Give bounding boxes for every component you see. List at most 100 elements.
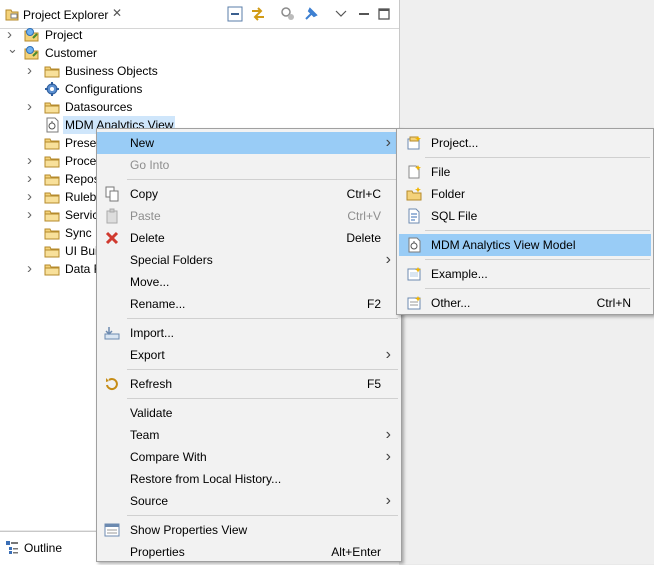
submenu-arrow-icon: › <box>385 448 391 465</box>
gear-icon <box>44 81 60 97</box>
submenu-arrow-icon: › <box>385 251 391 268</box>
menu-item-project[interactable]: Project... <box>399 132 651 154</box>
menu-item-special-folders[interactable]: Special Folders › <box>97 249 401 271</box>
menu-item-team[interactable]: Team › <box>97 424 401 446</box>
menu-item-compare-with[interactable]: Compare With › <box>97 446 401 468</box>
menu-item-export[interactable]: Export › <box>97 344 401 366</box>
menu-item-label: New <box>130 136 155 150</box>
menu-item-label: Refresh <box>130 377 173 391</box>
maximize-icon[interactable] <box>376 6 392 22</box>
menu-separator <box>425 259 650 260</box>
project-icon <box>24 45 40 61</box>
chevron-right-icon[interactable]: › <box>27 260 37 278</box>
menu-item-label: Properties <box>130 545 185 559</box>
context-menu: New › Go Into Copy Ctrl+C Paste Ctrl+V Delete De… <box>96 128 402 562</box>
menu-item-refresh[interactable]: Refresh F5 <box>97 373 401 395</box>
close-icon[interactable]: ✕ <box>112 6 122 20</box>
analytics-view-icon <box>406 237 422 253</box>
menu-separator <box>127 398 398 399</box>
menu-item-shortcut: Ctrl+V <box>347 209 381 223</box>
chevron-right-icon[interactable]: › <box>27 152 37 170</box>
tree-item[interactable]: Configurations <box>27 80 390 98</box>
chevron-right-icon[interactable]: › <box>27 98 37 116</box>
menu-item-folder[interactable]: Folder <box>399 183 651 205</box>
menu-item-shortcut: Ctrl+C <box>346 187 381 201</box>
minimize-icon[interactable] <box>356 6 372 22</box>
delete-icon <box>104 230 120 246</box>
menu-item-move[interactable]: Move... <box>97 271 401 293</box>
tab-outline[interactable]: Outline <box>0 535 88 559</box>
sql-file-icon <box>406 208 422 224</box>
menu-item-sql-file[interactable]: SQL File <box>399 205 651 227</box>
menu-item-rename[interactable]: Rename... F2 <box>97 293 401 315</box>
tree-item-label: Business Objects <box>65 64 158 78</box>
pin-icon[interactable] <box>303 6 319 22</box>
menu-item-label: Copy <box>130 187 159 201</box>
filter-icon[interactable] <box>280 6 296 22</box>
other-wizard-icon <box>406 295 422 311</box>
tree-item-label: Sync I <box>65 226 99 240</box>
folder-icon <box>44 243 60 259</box>
folder-icon <box>44 207 60 223</box>
tree-item[interactable]: › Project <box>7 26 390 44</box>
menu-item-file[interactable]: File <box>399 161 651 183</box>
menu-item-other[interactable]: Other... Ctrl+N <box>399 292 651 314</box>
menu-item-label: Delete <box>130 231 165 245</box>
menu-item-label: MDM Analytics View Model <box>431 238 576 252</box>
menu-item-show-properties-view[interactable]: Show Properties View <box>97 519 401 541</box>
tree-item[interactable]: › Business Objects <box>27 62 390 80</box>
tree-item-label: Proce <box>65 154 97 168</box>
menu-item-label: Paste <box>130 209 161 223</box>
chevron-down-icon[interactable]: ⌄ <box>7 40 18 58</box>
import-icon <box>104 325 120 341</box>
menu-item-label: Source <box>130 494 169 508</box>
menu-item-import[interactable]: Import... <box>97 322 401 344</box>
tree-item-label: Project <box>45 28 83 42</box>
tab-project-explorer[interactable]: Project Explorer ✕ <box>0 0 132 28</box>
copy-icon <box>104 186 120 202</box>
menu-item-source[interactable]: Source › <box>97 490 401 512</box>
chevron-right-icon[interactable]: › <box>27 170 37 188</box>
link-editor-icon[interactable] <box>250 6 266 22</box>
menu-item-label: Rename... <box>130 297 186 311</box>
project-explorer-icon <box>5 9 19 21</box>
menu-separator <box>425 230 650 231</box>
new-folder-icon <box>406 186 422 202</box>
view-header: Project Explorer ✕ <box>0 0 399 29</box>
menu-item-label: Validate <box>130 406 173 420</box>
tree-item-label: Configurations <box>65 82 143 96</box>
menu-item-copy[interactable]: Copy Ctrl+C <box>97 183 401 205</box>
example-icon <box>406 266 422 282</box>
menu-item-new[interactable]: New › <box>97 132 401 154</box>
chevron-right-icon[interactable]: › <box>27 62 37 80</box>
new-file-icon <box>406 164 422 180</box>
submenu-arrow-icon: › <box>385 426 391 443</box>
submenu-arrow-icon: › <box>385 346 391 363</box>
new-project-icon <box>406 135 422 151</box>
menu-item-shortcut: Alt+Enter <box>331 545 381 559</box>
view-menu-icon[interactable] <box>333 6 349 22</box>
menu-item-label: Team <box>130 428 160 442</box>
collapse-all-icon[interactable] <box>227 6 243 22</box>
menu-item-properties[interactable]: Properties Alt+Enter <box>97 541 401 563</box>
menu-item-restore-from-local-history[interactable]: Restore from Local History... <box>97 468 401 490</box>
analytics-view-icon <box>44 117 60 133</box>
folder-icon <box>44 99 60 115</box>
tree-item-label: UI Bui <box>65 244 98 258</box>
menu-item-shortcut: Delete <box>346 231 381 245</box>
menu-item-example[interactable]: Example... <box>399 263 651 285</box>
paste-icon <box>104 208 120 224</box>
chevron-right-icon[interactable]: › <box>27 206 37 224</box>
chevron-right-icon[interactable]: › <box>27 188 37 206</box>
folder-icon <box>44 261 60 277</box>
menu-item-label: Restore from Local History... <box>130 472 282 486</box>
tree-item[interactable]: › Datasources <box>27 98 390 116</box>
submenu-arrow-icon: › <box>385 134 391 151</box>
menu-item-label: Example... <box>431 267 488 281</box>
menu-item-delete[interactable]: Delete Delete <box>97 227 401 249</box>
menu-item-mdm-analytics-view-model[interactable]: MDM Analytics View Model <box>399 234 651 256</box>
view-title: Project Explorer <box>23 8 109 22</box>
menu-item-validate[interactable]: Validate <box>97 402 401 424</box>
tree-item[interactable]: ⌄ Customer <box>7 41 390 62</box>
menu-separator <box>127 179 398 180</box>
